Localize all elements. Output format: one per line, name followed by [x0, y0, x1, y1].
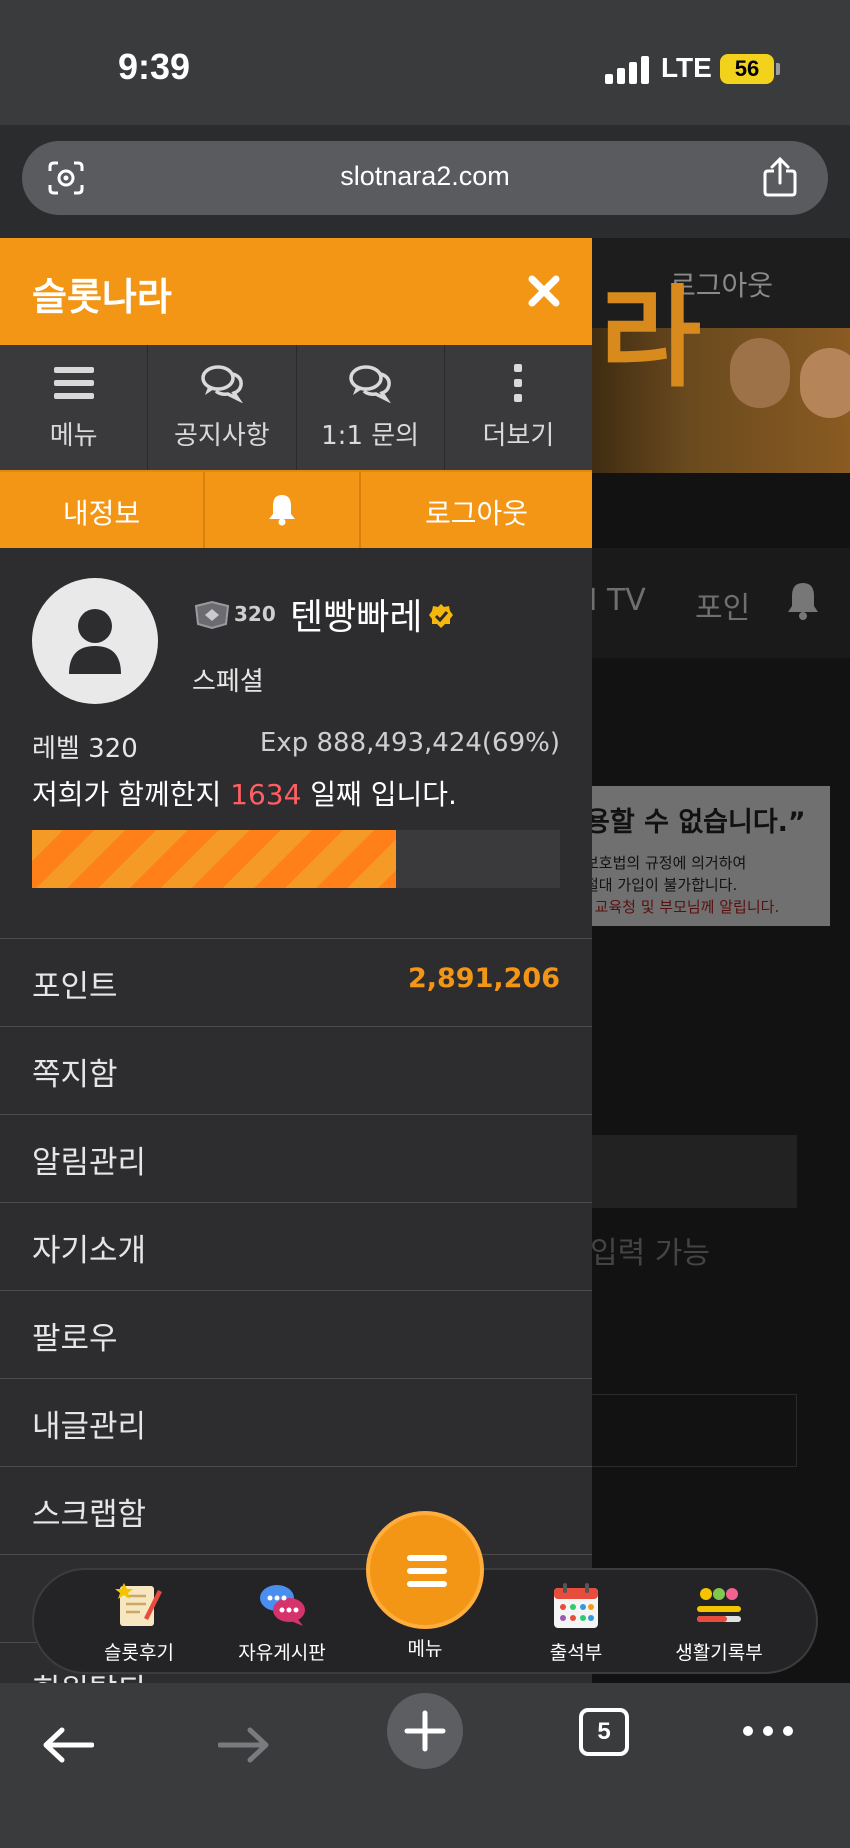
close-icon[interactable]: [526, 273, 562, 309]
user-silhouette-icon: [69, 609, 121, 674]
membership-days-suffix: 일째 입니다.: [301, 778, 457, 811]
chat-bubbles-icon: [349, 365, 391, 403]
menu-item-label: 알림관리: [32, 1145, 147, 1181]
address-bar[interactable]: slotnara2.com: [22, 141, 828, 215]
status-bar: 9:39 LTE 56: [0, 0, 850, 125]
menu-item-label: 자기소개: [32, 1233, 147, 1269]
member-grade: 스페셜: [192, 667, 264, 697]
notifications-button[interactable]: [205, 472, 361, 548]
quick-menu-inquiry[interactable]: 1:1 문의: [297, 345, 445, 470]
member-exp: Exp 888,493,424(69%): [259, 728, 560, 758]
dock-label: 자유게시판: [238, 1642, 326, 1664]
background-banner-text: 라: [600, 273, 702, 402]
my-info-button[interactable]: 내정보: [0, 472, 205, 548]
quick-menu-label: 1:1 문의: [321, 421, 420, 451]
back-arrow-icon[interactable]: [42, 1727, 94, 1763]
side-drawer: 슬롯나라 메뉴 공지사항 1:1 문의 더보기 내정보 로그아웃 320 텐빵빠…: [0, 238, 592, 1683]
exp-progress-fill: [32, 830, 397, 888]
point-value: 2,891,206: [407, 963, 560, 994]
bell-icon[interactable]: [785, 580, 821, 620]
dock-label: 생활기록부: [675, 1642, 763, 1664]
drawer-header: 슬롯나라: [0, 238, 592, 345]
signal-icon: [605, 56, 649, 84]
hamburger-icon: [53, 367, 94, 399]
membership-days-prefix: 저희가 함께한지: [32, 778, 231, 811]
dock-item-life-record[interactable]: 생활기록부: [654, 1580, 784, 1670]
exp-progress-bar: [32, 830, 560, 888]
vertical-dots-icon: [514, 364, 523, 402]
membership-days: 저희가 함께한지 1634 일째 입니다.: [32, 773, 457, 813]
menu-item-label: 포인트: [32, 969, 118, 1005]
menu-item-my-posts[interactable]: 내글관리: [0, 1378, 592, 1466]
verified-icon: [429, 604, 453, 628]
background-input-hint: 입력 가능: [590, 1236, 710, 1271]
menu-item-point[interactable]: 포인트 2,891,206: [0, 938, 592, 1026]
background-input-box: [590, 1135, 797, 1208]
background-warning-notice: 용할 수 없습니다.” 보호법의 규정에 의거하여 절대 가입이 불가합니다. …: [575, 786, 830, 926]
emoji-meter-icon: [697, 1588, 741, 1622]
battery-tip: [776, 63, 780, 75]
menu-item-label: 쪽지함: [32, 1057, 118, 1093]
notepad-icon: [115, 1583, 162, 1626]
level-badge-number: 320: [234, 602, 276, 626]
quick-menu-notice[interactable]: 공지사항: [148, 345, 297, 470]
menu-item-label: 내글관리: [32, 1409, 147, 1445]
drawer-title: 슬롯나라: [32, 275, 172, 319]
level-emblem-icon: [194, 600, 230, 630]
menu-item-follow[interactable]: 팔로우: [0, 1290, 592, 1378]
avatar[interactable]: [32, 578, 158, 704]
quick-menu-menu[interactable]: 메뉴: [0, 345, 149, 470]
logout-label: 로그아웃: [424, 497, 529, 530]
plus-icon: [404, 1710, 446, 1752]
quick-menu: 메뉴 공지사항 1:1 문의 더보기: [0, 345, 592, 470]
tab-count-button[interactable]: 5: [579, 1708, 629, 1756]
logout-button[interactable]: 로그아웃: [361, 472, 592, 548]
warning-line: 절대 가입이 불가합니다.: [585, 876, 738, 894]
background-input-box: [590, 1394, 797, 1467]
dock-item-slot-review[interactable]: 슬롯후기: [74, 1580, 204, 1670]
banner-character: [730, 338, 790, 408]
menu-item-label: 스크랩함: [32, 1497, 147, 1533]
quick-menu-label: 메뉴: [49, 421, 98, 451]
warning-line: , 교육청 및 부모님께 알립니다.: [585, 898, 780, 916]
battery-icon: 56: [720, 54, 774, 84]
dock-label: 슬롯후기: [104, 1642, 174, 1664]
more-dots-icon[interactable]: [742, 1723, 794, 1739]
warning-line: 보호법의 규정에 의거하여: [585, 854, 747, 872]
calendar-icon: [554, 1583, 598, 1628]
level-badge: 320: [192, 600, 278, 630]
account-bar: 내정보 로그아웃: [0, 470, 592, 548]
background-nav-point[interactable]: 포인: [695, 583, 750, 627]
url-text[interactable]: slotnara2.com: [22, 161, 828, 192]
new-tab-button[interactable]: [387, 1693, 463, 1769]
menu-fab-label: 메뉴: [407, 1638, 443, 1660]
warning-title: 용할 수 없습니다.”: [585, 807, 806, 838]
chat-bubbles-icon: [260, 1585, 305, 1626]
menu-fab-button[interactable]: [366, 1511, 484, 1629]
share-icon[interactable]: [762, 157, 798, 197]
menu-item-scrap[interactable]: 스크랩함: [0, 1466, 592, 1554]
member-level: 레벨 320: [32, 734, 138, 764]
banner-character: [800, 348, 850, 418]
quick-menu-more[interactable]: 더보기: [445, 345, 592, 470]
membership-days-count: 1634: [230, 778, 302, 811]
menu-item-notification-settings[interactable]: 알림관리: [0, 1114, 592, 1202]
quick-menu-label: 더보기: [482, 421, 555, 451]
dock-label: 출석부: [549, 1642, 603, 1664]
menu-item-self-intro[interactable]: 자기소개: [0, 1202, 592, 1290]
status-time: 9:39: [118, 46, 191, 87]
menu-item-messages[interactable]: 쪽지함: [0, 1026, 592, 1114]
menu-item-label: 팔로우: [32, 1321, 118, 1357]
chat-bubbles-icon: [201, 365, 243, 403]
nickname: 텐빵빠레: [290, 597, 423, 638]
dock-item-free-board[interactable]: 자유게시판: [217, 1580, 347, 1670]
browser-toolbar: 5: [0, 1683, 850, 1848]
forward-arrow-icon[interactable]: [218, 1727, 270, 1763]
quick-menu-label: 공지사항: [174, 421, 270, 451]
dock-item-attendance[interactable]: 출석부: [511, 1580, 641, 1670]
my-info-label: 내정보: [62, 497, 141, 530]
bell-icon: [269, 495, 295, 526]
network-type: LTE: [661, 52, 712, 83]
